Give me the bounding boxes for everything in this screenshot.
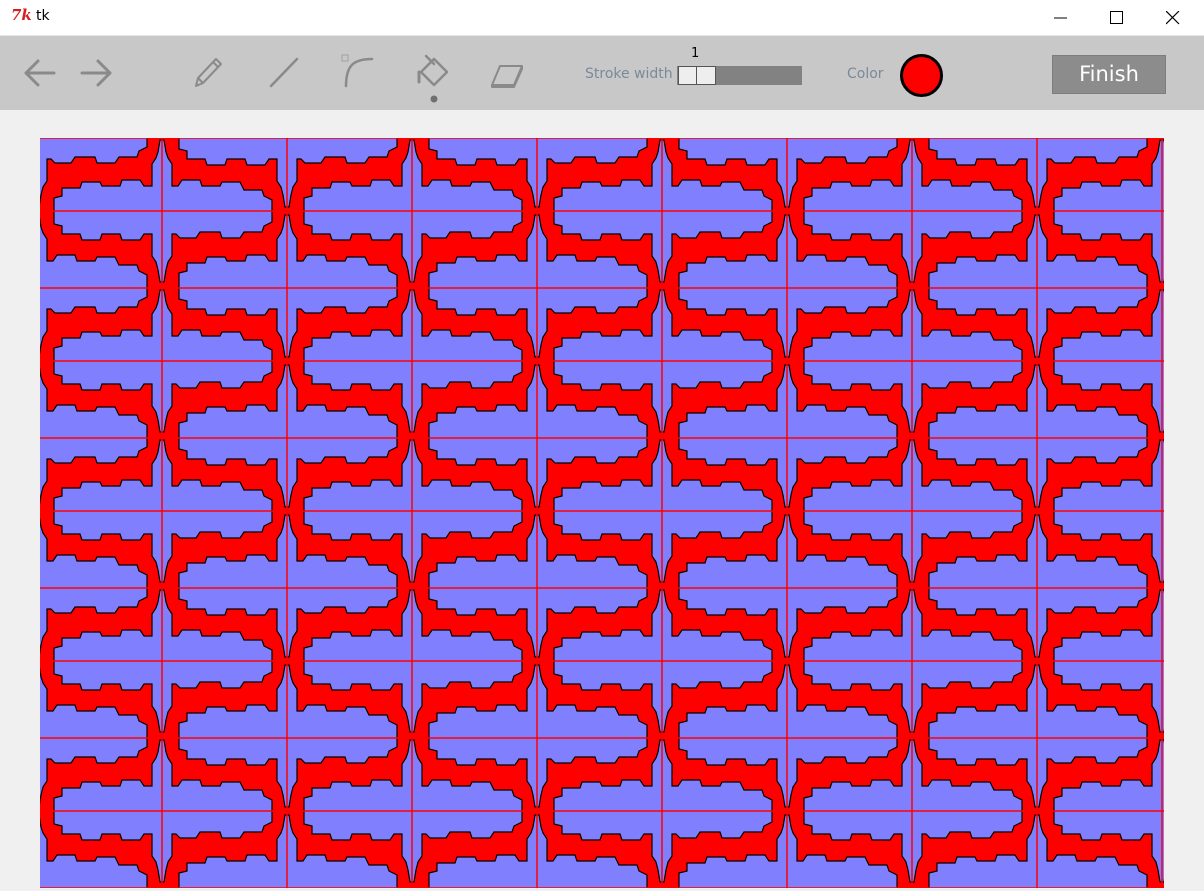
curve-icon[interactable] <box>340 53 376 91</box>
minimize-icon <box>1054 17 1067 19</box>
arrow-right-icon[interactable] <box>78 56 114 90</box>
selected-tool-indicator <box>430 95 438 103</box>
drawing-canvas[interactable] <box>40 138 1164 888</box>
arrow-left-icon[interactable] <box>22 56 58 90</box>
color-swatch-button[interactable] <box>900 54 943 97</box>
title-bar: 7k tk <box>0 0 1204 36</box>
close-button[interactable] <box>1145 0 1201 35</box>
canvas-pattern <box>40 138 1164 888</box>
line-icon[interactable] <box>266 54 302 92</box>
close-icon <box>1166 11 1180 25</box>
window-title: tk <box>36 8 50 24</box>
minimize-button[interactable] <box>1033 0 1089 35</box>
finish-button[interactable]: Finish <box>1052 55 1166 94</box>
eraser-icon[interactable] <box>488 58 526 90</box>
pencil-icon[interactable] <box>190 54 226 92</box>
paint-bucket-icon[interactable] <box>414 50 454 106</box>
color-label: Color <box>847 66 884 82</box>
stroke-width-value: 1 <box>691 46 700 61</box>
canvas-fill-area <box>40 138 1164 888</box>
maximize-icon <box>1110 11 1123 24</box>
maximize-button[interactable] <box>1089 0 1145 35</box>
stroke-width-slider-handle[interactable] <box>678 66 716 85</box>
stroke-width-label: Stroke width <box>585 66 673 82</box>
tk-feather-icon: 7k <box>11 6 32 24</box>
toolbar: Stroke width 1 Color Finish <box>0 36 1204 110</box>
